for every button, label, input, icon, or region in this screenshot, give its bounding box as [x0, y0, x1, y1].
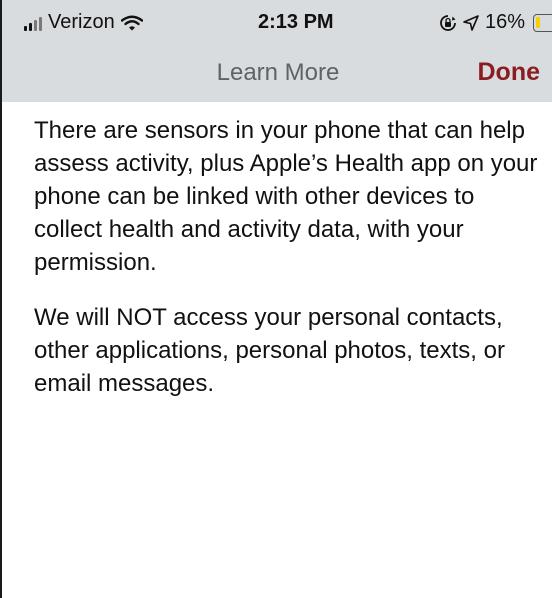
wifi-icon — [120, 15, 143, 31]
orientation-lock-icon — [439, 14, 457, 32]
navigation-bar: Learn More Done — [2, 44, 552, 102]
phone-screen: Verizon 2:13 PM 16% Learn More Done Ther… — [0, 0, 552, 598]
battery-percentage: 16% — [485, 11, 526, 33]
status-bar-left: Verizon — [24, 11, 143, 34]
battery-icon — [533, 13, 552, 32]
done-button[interactable]: Done — [478, 58, 541, 87]
location-icon — [463, 14, 479, 31]
sensors-paragraph: There are sensors in your phone that can… — [34, 117, 538, 276]
signal-icon — [24, 15, 42, 31]
learn-more-content: There are sensors in your phone that can… — [34, 114, 544, 422]
status-time: 2:13 PM — [258, 11, 334, 33]
nav-title: Learn More — [216, 59, 340, 86]
header-area: Verizon 2:13 PM 16% Learn More Done — [2, 0, 552, 102]
status-bar-right: 16% — [439, 11, 552, 34]
privacy-paragraph: We will NOT access your personal contact… — [34, 304, 505, 397]
battery-level-fill — [536, 16, 541, 28]
carrier-name: Verizon — [48, 11, 115, 33]
status-bar: Verizon 2:13 PM 16% — [2, 0, 552, 44]
